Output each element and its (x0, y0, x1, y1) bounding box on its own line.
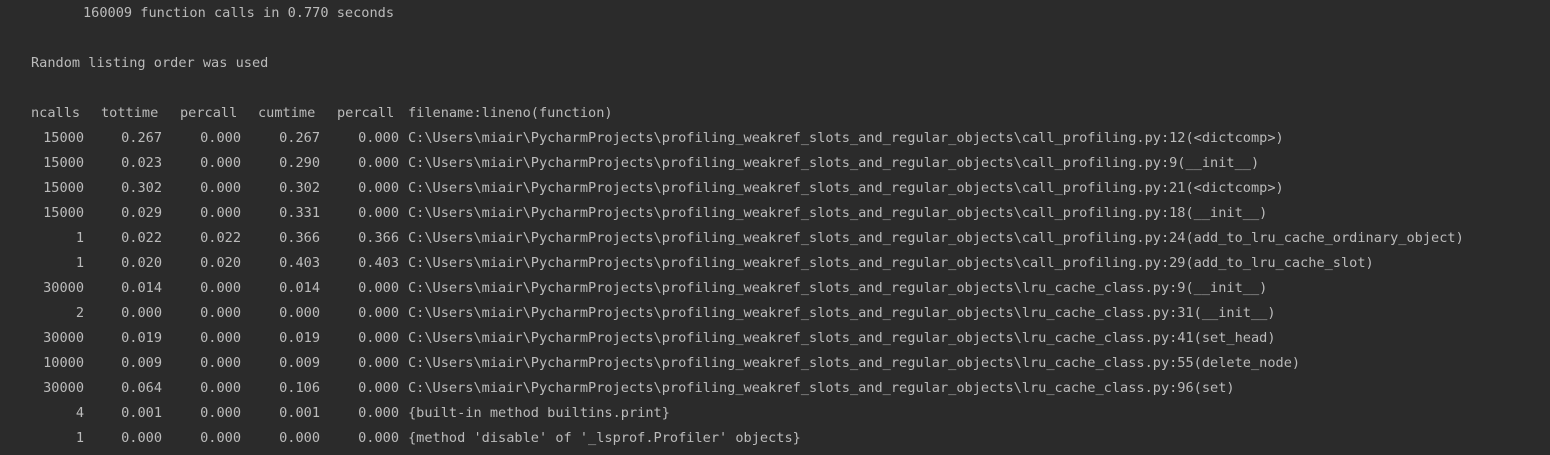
cell-tottime: 0.009 (121, 355, 162, 371)
cell-cumtime: 0.009 (279, 355, 320, 371)
cell-ncalls: 30000 (43, 330, 84, 346)
cell-filename: C:\Users\miair\PycharmProjects\profiling… (408, 180, 1284, 196)
cell-percall-cumulative: 0.000 (358, 180, 399, 196)
cell-ncalls: 15000 (43, 130, 84, 146)
cell-filename: {method 'disable' of '_lsprof.Profiler' … (408, 430, 801, 446)
header-percall-cumulative: percall (337, 105, 395, 121)
cell-cumtime: 0.403 (279, 255, 320, 271)
cell-percall-cumulative: 0.366 (358, 230, 399, 246)
cell-percall-cumulative: 0.000 (358, 305, 399, 321)
cell-ncalls: 1 (75, 230, 84, 246)
cell-tottime: 0.302 (121, 180, 162, 196)
cell-cumtime: 0.267 (279, 130, 320, 146)
cell-ncalls: 2 (75, 305, 84, 321)
cell-ncalls: 10000 (43, 355, 84, 371)
cell-percall-cumulative: 0.000 (358, 355, 399, 371)
cell-filename: C:\Users\miair\PycharmProjects\profiling… (408, 280, 1268, 296)
cell-filename: C:\Users\miair\PycharmProjects\profiling… (408, 355, 1301, 371)
header-ncalls: ncalls (31, 105, 81, 121)
cell-percall-cumulative: 0.000 (358, 330, 399, 346)
cell-percall: 0.020 (200, 255, 241, 271)
cell-tottime: 0.019 (121, 330, 162, 346)
cell-cumtime: 0.290 (279, 155, 320, 171)
cell-percall: 0.000 (200, 380, 241, 396)
cell-filename: C:\Users\miair\PycharmProjects\profiling… (408, 255, 1374, 271)
cell-cumtime: 0.000 (279, 430, 320, 446)
cell-percall: 0.000 (200, 405, 241, 421)
cell-tottime: 0.023 (121, 155, 162, 171)
cell-tottime: 0.022 (121, 230, 162, 246)
cell-tottime: 0.020 (121, 255, 162, 271)
cell-cumtime: 0.001 (279, 405, 320, 421)
cell-percall-cumulative: 0.000 (358, 205, 399, 221)
stats-header-row: ncalls tottime percall cumtime percall f… (31, 101, 613, 126)
cell-ncalls: 4 (75, 405, 84, 421)
cell-filename: C:\Users\miair\PycharmProjects\profiling… (408, 230, 1464, 246)
header-cumtime: cumtime (258, 105, 316, 121)
cell-tottime: 0.267 (121, 130, 162, 146)
console-output: 160009 function calls in 0.770 seconds R… (0, 0, 1550, 455)
cell-ncalls: 1 (75, 255, 84, 271)
cell-filename: C:\Users\miair\PycharmProjects\profiling… (408, 205, 1268, 221)
cell-percall-cumulative: 0.000 (358, 155, 399, 171)
cell-filename: C:\Users\miair\PycharmProjects\profiling… (408, 330, 1276, 346)
cell-percall: 0.022 (200, 230, 241, 246)
cell-ncalls: 30000 (43, 380, 84, 396)
cell-tottime: 0.029 (121, 205, 162, 221)
cell-ncalls: 1 (75, 430, 84, 446)
cell-percall: 0.000 (200, 330, 241, 346)
cell-percall: 0.000 (200, 355, 241, 371)
cell-percall: 0.000 (200, 280, 241, 296)
header-percall: percall (180, 105, 238, 121)
cell-percall: 0.000 (200, 305, 241, 321)
cell-percall: 0.000 (200, 180, 241, 196)
cell-cumtime: 0.000 (279, 305, 320, 321)
cell-tottime: 0.000 (121, 305, 162, 321)
cell-percall-cumulative: 0.000 (358, 430, 399, 446)
cell-percall: 0.000 (200, 205, 241, 221)
cell-cumtime: 0.366 (279, 230, 320, 246)
header-filename: filename:lineno(function) (408, 105, 613, 121)
cell-percall-cumulative: 0.000 (358, 380, 399, 396)
cell-percall-cumulative: 0.000 (358, 130, 399, 146)
cell-percall-cumulative: 0.403 (358, 255, 399, 271)
cell-tottime: 0.064 (121, 380, 162, 396)
cell-filename: C:\Users\miair\PycharmProjects\profiling… (408, 305, 1276, 321)
cell-cumtime: 0.019 (279, 330, 320, 346)
cell-filename: C:\Users\miair\PycharmProjects\profiling… (408, 155, 1260, 171)
header-tottime: tottime (101, 105, 159, 121)
cell-percall: 0.000 (200, 430, 241, 446)
cell-ncalls: 15000 (43, 205, 84, 221)
cell-filename: {built-in method builtins.print} (408, 405, 670, 421)
cell-cumtime: 0.106 (279, 380, 320, 396)
cell-ncalls: 30000 (43, 280, 84, 296)
listing-order-note: Random listing order was used (31, 55, 269, 71)
cell-percall: 0.000 (200, 130, 241, 146)
cell-ncalls: 15000 (43, 180, 84, 196)
cell-cumtime: 0.331 (279, 205, 320, 221)
cell-filename: C:\Users\miair\PycharmProjects\profiling… (408, 130, 1284, 146)
cell-cumtime: 0.014 (279, 280, 320, 296)
cell-ncalls: 15000 (43, 155, 84, 171)
cell-percall-cumulative: 0.000 (358, 280, 399, 296)
cell-filename: C:\Users\miair\PycharmProjects\profiling… (408, 380, 1235, 396)
summary-line: 160009 function calls in 0.770 seconds (83, 5, 394, 21)
cell-tottime: 0.001 (121, 405, 162, 421)
cell-percall: 0.000 (200, 155, 241, 171)
cell-tottime: 0.014 (121, 280, 162, 296)
cell-tottime: 0.000 (121, 430, 162, 446)
cell-cumtime: 0.302 (279, 180, 320, 196)
cell-percall-cumulative: 0.000 (358, 405, 399, 421)
